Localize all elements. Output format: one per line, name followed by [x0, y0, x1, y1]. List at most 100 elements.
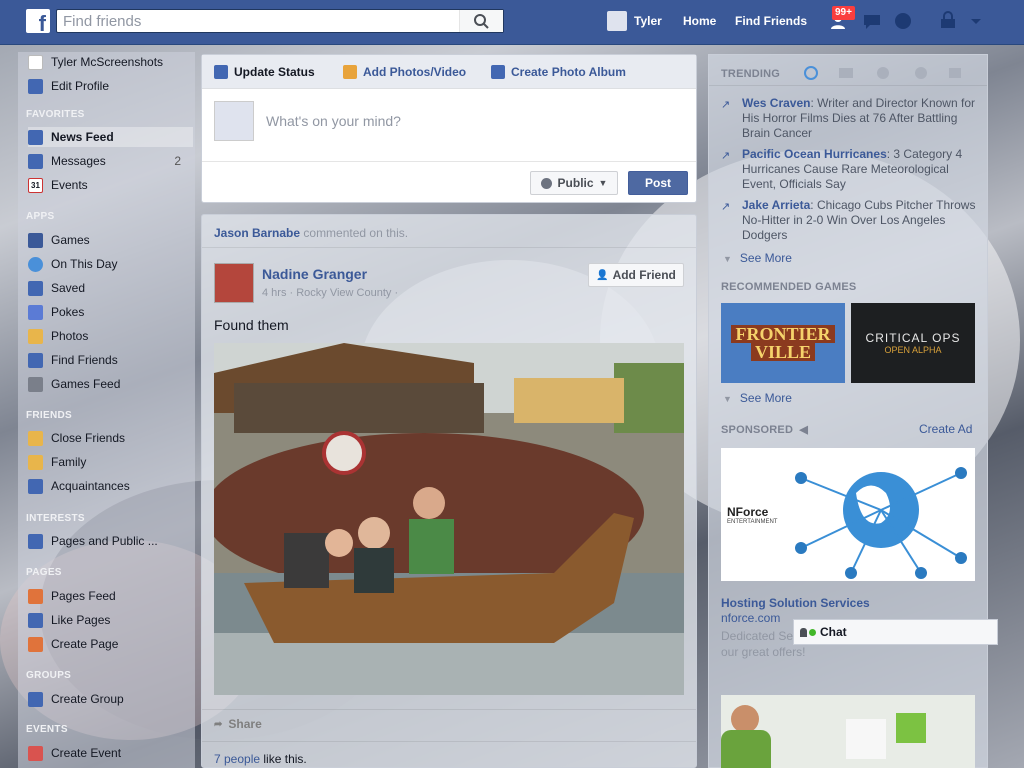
game-tile-frontierville[interactable]: FRONTIER VILLE: [721, 303, 845, 383]
left-sidebar: Tyler McScreenshots Edit Profile FAVORIT…: [18, 52, 195, 768]
sidebar-item-pokes[interactable]: Pokes: [28, 302, 193, 322]
audience-selector[interactable]: Public ▼: [530, 171, 618, 195]
ad-title-link[interactable]: Hosting Solution Services: [721, 596, 870, 610]
messages-icon[interactable]: [862, 11, 882, 31]
sidebar-item-label: Saved: [51, 281, 86, 295]
trending-header: TRENDING: [721, 68, 781, 80]
post-text: Found them: [214, 317, 289, 333]
sidebar-item-label: Family: [51, 455, 87, 469]
trend-topic: Wes Craven: [742, 96, 811, 110]
see-more-label: See More: [739, 251, 792, 265]
sidebar-item-pages-public[interactable]: Pages and Public ...: [28, 531, 193, 551]
trending-category-tabs[interactable]: [803, 65, 963, 81]
profile-avatar: [28, 54, 43, 70]
facebook-logo[interactable]: f: [26, 9, 50, 33]
game-tile-critical-ops[interactable]: CRITICAL OPS OPEN ALPHA: [851, 303, 975, 383]
game-title-line1: CRITICAL OPS: [865, 331, 961, 345]
post-button[interactable]: Post: [628, 171, 688, 195]
sidebar-item-games[interactable]: Games: [28, 230, 193, 250]
chat-bar[interactable]: Chat: [793, 619, 998, 645]
sidebar-item-saved[interactable]: Saved: [28, 278, 193, 298]
add-friend-label: Add Friend: [612, 268, 676, 282]
thumbs-up-icon: [28, 612, 43, 628]
tab-create-album[interactable]: Create Photo Album: [491, 65, 626, 79]
sidebar-item-pages-feed[interactable]: Pages Feed: [28, 586, 193, 606]
sidebar-item-label: Pages and Public ...: [51, 534, 158, 548]
sidebar-item-events[interactable]: 31 Events: [28, 175, 193, 195]
calendar-icon: 31: [28, 177, 43, 193]
privacy-shortcuts-icon[interactable]: [938, 11, 958, 31]
sidebar-item-messages[interactable]: Messages 2: [28, 151, 193, 171]
commenter-link[interactable]: Jason Barnabe: [214, 226, 300, 240]
profile-link[interactable]: Tyler: [634, 14, 662, 28]
sidebar-item-close-friends[interactable]: Close Friends: [28, 428, 193, 448]
search-button[interactable]: [459, 10, 503, 32]
sidebar-item-create-page[interactable]: Create Page: [28, 634, 193, 654]
sidebar-item-label: Games Feed: [51, 377, 121, 391]
sidebar-item-acquaintances[interactable]: Acquaintances: [28, 476, 193, 496]
author-avatar[interactable]: [214, 263, 254, 303]
status-input[interactable]: What's on your mind?: [266, 113, 401, 129]
plus-icon: [28, 745, 43, 761]
share-icon: ➦: [214, 718, 223, 730]
likes-count-link[interactable]: 7 people: [214, 752, 260, 766]
game-title-line2: VILLE: [750, 343, 816, 361]
section-heading-apps: APPS: [26, 211, 55, 222]
tab-add-photos[interactable]: Add Photos/Video: [343, 65, 466, 79]
notifications-globe-icon[interactable]: [893, 11, 913, 31]
sidebar-item-like-pages[interactable]: Like Pages: [28, 610, 193, 630]
user-avatar[interactable]: [607, 11, 627, 31]
home-link[interactable]: Home: [683, 14, 716, 28]
photos-icon: [28, 328, 43, 344]
trending-arrow-icon: ↗: [721, 201, 731, 213]
sidebar-item-label: Close Friends: [51, 431, 126, 445]
sidebar-item-create-group[interactable]: Create Group: [28, 689, 193, 709]
trend-item[interactable]: ↗ Wes Craven: Writer and Director Known …: [721, 96, 976, 141]
create-ad-link[interactable]: Create Ad: [919, 422, 972, 436]
add-friend-button[interactable]: 👤 Add Friend: [588, 263, 684, 287]
sidebar-item-photos[interactable]: Photos: [28, 326, 193, 346]
trending-arrow-icon: ↗: [721, 99, 731, 111]
trend-item[interactable]: ↗ Jake Arrieta: Chicago Cubs Pitcher Thr…: [721, 198, 976, 243]
find-friends-link[interactable]: Find Friends: [735, 14, 807, 28]
share-label: Share: [228, 717, 262, 731]
sidebar-item-edit-profile[interactable]: Edit Profile: [28, 76, 193, 96]
share-button[interactable]: ➦ Share: [214, 717, 262, 731]
account-menu-chevron-down-icon[interactable]: [966, 11, 986, 31]
divider: [202, 709, 696, 710]
sidebar-item-find-friends[interactable]: Find Friends: [28, 350, 193, 370]
section-heading-friends: FRIENDS: [26, 410, 72, 421]
tab-update-status[interactable]: Update Status: [214, 65, 315, 79]
chevron-down-icon: ▼: [723, 394, 732, 404]
author-name-link[interactable]: Nadine Granger: [262, 266, 367, 282]
trend-item[interactable]: ↗ Pacific Ocean Hurricanes: 3 Category 4…: [721, 147, 976, 192]
sidebar-item-profile[interactable]: Tyler McScreenshots: [28, 52, 193, 72]
find-friends-icon: [28, 352, 43, 368]
acquaintances-icon: [28, 478, 43, 494]
create-page-icon: [28, 636, 43, 652]
sidebar-item-news-feed[interactable]: News Feed: [28, 127, 193, 147]
bookmark-icon: [28, 280, 43, 296]
sidebar-item-family[interactable]: Family: [28, 452, 193, 472]
search-box: [56, 9, 504, 33]
second-ad-image[interactable]: [721, 695, 975, 768]
friend-requests-badge: 99+: [832, 6, 855, 20]
star-icon: [28, 430, 43, 446]
section-heading-groups: GROUPS: [26, 670, 72, 681]
games-see-more[interactable]: ▼ See More: [723, 391, 792, 405]
ad-domain[interactable]: nforce.com: [721, 611, 780, 625]
sidebar-item-create-event[interactable]: Create Event: [28, 743, 193, 763]
commented-text: commented on this.: [303, 226, 409, 240]
post-photo[interactable]: [214, 343, 684, 695]
games-header: RECOMMENDED GAMES: [721, 281, 857, 293]
trending-see-more[interactable]: ▼ See More: [723, 251, 792, 265]
sidebar-item-label: Pages Feed: [51, 589, 116, 603]
ad-image[interactable]: NForce ENTERTAINMENT: [721, 448, 975, 581]
sidebar-item-games-feed[interactable]: Games Feed: [28, 374, 193, 394]
tab-label: Create Photo Album: [511, 65, 626, 79]
search-input[interactable]: [57, 10, 457, 32]
globe-icon: [540, 177, 552, 189]
news-feed-icon: [28, 129, 43, 145]
sidebar-item-on-this-day[interactable]: On This Day: [28, 254, 193, 274]
megaphone-icon: ◀: [799, 424, 809, 436]
